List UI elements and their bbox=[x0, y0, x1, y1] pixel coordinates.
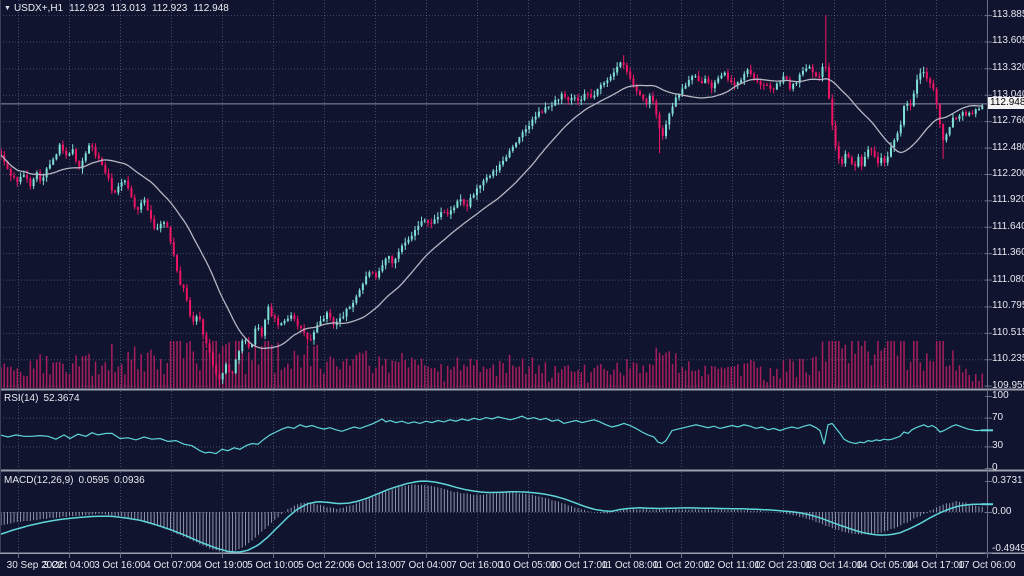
rsi-name: RSI(14) bbox=[4, 393, 38, 404]
grid bbox=[0, 0, 988, 552]
ohlc-open: 112.923 bbox=[69, 3, 104, 14]
price-tick-label: 111.360 bbox=[992, 247, 1024, 259]
price-tick-label: 113.320 bbox=[992, 62, 1024, 74]
macd-histogram bbox=[1, 485, 982, 553]
rsi-line bbox=[0, 416, 984, 453]
candlestick-series bbox=[0, 15, 983, 386]
ohlc-close: 112.948 bbox=[193, 3, 228, 14]
trading-chart-window: ▼USDX+,H1 112.923 113.013 112.923 112.948 RS… bbox=[0, 0, 1024, 576]
rsi-tick-label: 100 bbox=[992, 390, 1009, 402]
chart-canvas[interactable] bbox=[0, 0, 1024, 576]
ohlc-low: 112.923 bbox=[152, 3, 187, 14]
price-tick-label: 113.885 bbox=[992, 9, 1024, 21]
panel-borders bbox=[0, 0, 1024, 554]
axis-ticks bbox=[19, 16, 994, 558]
volume-bars bbox=[0, 341, 983, 388]
macd-tick-label: 0.3731 bbox=[992, 475, 1023, 487]
price-tick-label: 110.795 bbox=[992, 300, 1024, 312]
ohlc-high: 113.013 bbox=[111, 3, 146, 14]
macd-signal-value: 0.0936 bbox=[114, 475, 145, 486]
ma-line bbox=[1, 79, 982, 349]
macd-main-value: 0.0595 bbox=[78, 475, 109, 486]
time-axis[interactable]: 30 Sep 20223 Oct 04:003 Oct 16:004 Oct 0… bbox=[0, 554, 1024, 576]
price-tick-label: 111.640 bbox=[992, 221, 1024, 233]
price-tick-label: 110.235 bbox=[992, 353, 1024, 365]
macd-tick-label: 0.00 bbox=[992, 506, 1011, 518]
macd-name: MACD(12,26,9) bbox=[4, 475, 73, 486]
price-tick-label: 111.080 bbox=[992, 274, 1024, 286]
rsi-tick-label: 30 bbox=[992, 440, 1003, 452]
rsi-tick-label: 0 bbox=[992, 462, 998, 474]
current-price-tag: 112.948 bbox=[988, 97, 1024, 109]
time-tick-label: 17 Oct 06:00 bbox=[954, 560, 1020, 572]
symbol-timeframe: USDX+,H1 bbox=[14, 3, 63, 14]
price-tick-label: 112.200 bbox=[992, 168, 1024, 180]
symbol-dropdown-icon[interactable]: ▼ bbox=[4, 5, 11, 12]
price-tick-label: 110.515 bbox=[992, 327, 1024, 339]
price-tick-label: 112.480 bbox=[992, 142, 1024, 154]
rsi-tick-label: 70 bbox=[992, 412, 1003, 424]
rsi-indicator-label: RSI(14) 52.3674 bbox=[4, 393, 80, 404]
symbol-info-bar: ▼USDX+,H1 112.923 113.013 112.923 112.948 bbox=[4, 3, 229, 14]
price-tick-label: 111.920 bbox=[992, 194, 1024, 206]
price-tick-label: 113.605 bbox=[992, 35, 1024, 47]
rsi-value: 52.3674 bbox=[43, 393, 79, 404]
price-tick-label: 112.760 bbox=[992, 115, 1024, 127]
macd-indicator-label: MACD(12,26,9) 0.0595 0.0936 bbox=[4, 475, 145, 486]
